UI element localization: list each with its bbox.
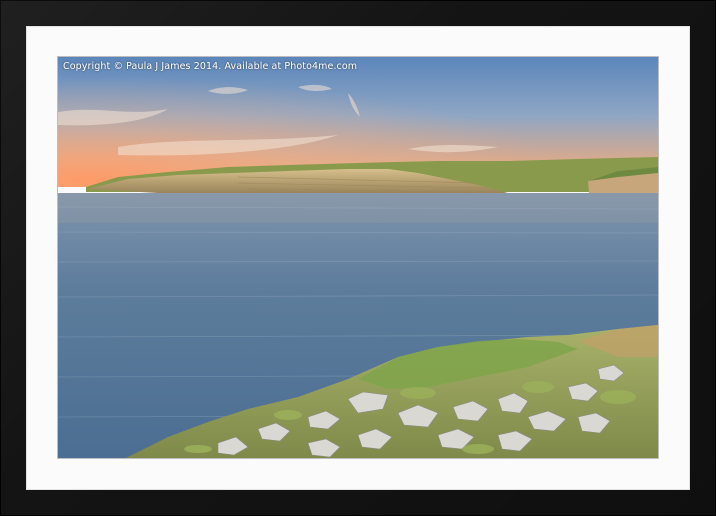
copyright-watermark: Copyright © Paula J James 2014. Availabl…	[63, 61, 358, 72]
coastal-photo	[58, 57, 658, 458]
